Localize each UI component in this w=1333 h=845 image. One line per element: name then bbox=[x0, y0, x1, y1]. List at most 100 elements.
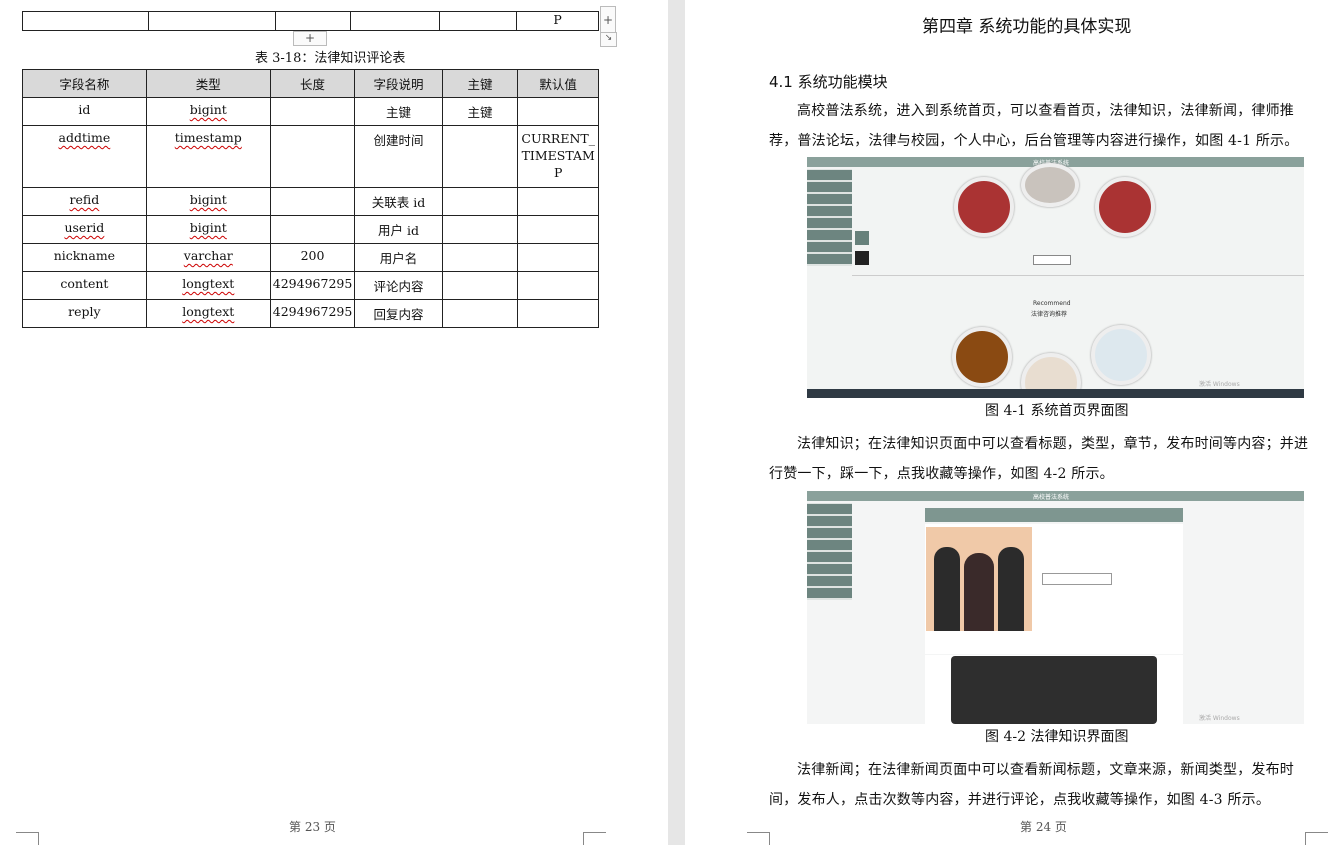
table-cell: id bbox=[22, 97, 147, 126]
figure-caption-4-2: 图 4-2 法律知识界面图 bbox=[985, 729, 1129, 745]
cell-text: 4294967295 bbox=[272, 276, 353, 291]
cell-text: reply bbox=[68, 304, 101, 319]
table-cell bbox=[517, 97, 599, 126]
table-cell: 用户名 bbox=[354, 243, 443, 272]
table-row: id bigint 主键 主键 bbox=[22, 97, 599, 126]
page-number: 第 24 页 bbox=[1020, 820, 1067, 834]
table-cell bbox=[517, 215, 599, 244]
table-cell: longtext bbox=[145, 271, 271, 300]
table-cell: content bbox=[22, 271, 147, 300]
table-cell: bigint bbox=[145, 187, 271, 216]
table-cell: refid bbox=[22, 187, 147, 216]
previous-table-cell: P bbox=[516, 11, 599, 31]
table-cell: nickname bbox=[22, 243, 147, 272]
document-page-23: P + + ↘ 表 3-18：法律知识评论表 字段名称 类型 长度 字段说明 主… bbox=[0, 0, 668, 845]
table-row: reply longtext 4294967295 回复内容 bbox=[22, 299, 599, 328]
fig1-taskbar bbox=[807, 389, 1304, 398]
table-cell: 创建时间 bbox=[354, 125, 443, 188]
cell-text: userid bbox=[64, 220, 105, 235]
fig1-recommend-label: Recommend bbox=[1033, 300, 1071, 307]
cell-text: 用户 id bbox=[377, 223, 419, 238]
fig1-recommend-image bbox=[952, 327, 1012, 387]
law-knowledge-comment-table: 字段名称 类型 长度 字段说明 主键 默认值 id bigint 主键 主键 addti… bbox=[22, 69, 599, 328]
cell-text: content bbox=[60, 276, 109, 291]
table-cell: timestamp bbox=[145, 125, 271, 188]
figure-homepage-screenshot: 高校普法系统 Recommend 法律咨询推荐 激活 Windows bbox=[807, 157, 1304, 398]
table-row: nickname varchar 200 用户名 bbox=[22, 243, 599, 272]
fig1-side-nav bbox=[807, 169, 852, 266]
table-cell bbox=[517, 271, 599, 300]
table-row: content longtext 4294967295 评论内容 bbox=[22, 271, 599, 300]
page-number: 第 23 页 bbox=[289, 820, 336, 834]
cell-text: bigint bbox=[189, 192, 227, 207]
table-cell: 主键 bbox=[354, 97, 443, 126]
table-cell bbox=[269, 187, 356, 216]
table-header-row: 字段名称 类型 长度 字段说明 主键 默认值 bbox=[22, 69, 599, 98]
cell-text: CURRENT_TIMESTAMP bbox=[521, 131, 595, 180]
fig1-carousel-image bbox=[1021, 163, 1079, 207]
cell-text: addtime bbox=[58, 130, 111, 145]
table-row: refid bigint 关联表 id bbox=[22, 187, 599, 216]
resize-handle-icon[interactable]: ↘ bbox=[600, 32, 617, 47]
table-cell: CURRENT_TIMESTAMP bbox=[517, 125, 599, 188]
page-corner-mark bbox=[1305, 832, 1328, 845]
table-cell: 主键 bbox=[441, 97, 519, 126]
table-caption: 表 3-18：法律知识评论表 bbox=[255, 51, 406, 66]
table-cell: 关联表 id bbox=[354, 187, 443, 216]
cell-text: 200 bbox=[300, 248, 325, 263]
table-cell: longtext bbox=[145, 299, 271, 328]
page-corner-mark bbox=[583, 832, 606, 845]
figure-caption-4-1: 图 4-1 系统首页界面图 bbox=[985, 403, 1129, 419]
table-cell bbox=[441, 271, 519, 300]
header-primary-key: 主键 bbox=[441, 69, 519, 98]
add-column-button[interactable]: + bbox=[600, 6, 616, 34]
cell-text: 创建时间 bbox=[373, 133, 424, 148]
table-cell: userid bbox=[22, 215, 147, 244]
table-row: addtime timestamp 创建时间 CURRENT_TIMESTAMP bbox=[22, 125, 599, 188]
fig1-more-button bbox=[1033, 255, 1071, 265]
table-cell bbox=[441, 299, 519, 328]
page-corner-mark bbox=[747, 832, 770, 845]
page-corner-mark bbox=[16, 832, 39, 845]
header-length: 长度 bbox=[269, 69, 356, 98]
table-cell bbox=[517, 243, 599, 272]
fig2-title-bar bbox=[925, 508, 1183, 522]
section-title: 4.1 系统功能模块 bbox=[769, 73, 888, 91]
fig2-header-bar: 高校普法系统 bbox=[807, 491, 1304, 501]
cell-text: refid bbox=[69, 192, 100, 207]
table-cell: bigint bbox=[145, 215, 271, 244]
cell-text: 关联表 id bbox=[371, 195, 426, 210]
table-cell: 200 bbox=[269, 243, 356, 272]
table-cell bbox=[517, 299, 599, 328]
table-cell: 4294967295 bbox=[269, 271, 356, 300]
cell-text: id bbox=[78, 102, 91, 117]
add-row-button[interactable]: + bbox=[293, 31, 327, 46]
fig1-recommend-cn-label: 法律咨询推荐 bbox=[1031, 311, 1068, 318]
cell-text: 评论内容 bbox=[373, 279, 424, 294]
fig1-carousel-image bbox=[1095, 177, 1155, 237]
header-default: 默认值 bbox=[517, 69, 599, 98]
table-cell bbox=[441, 243, 519, 272]
previous-table-tail: P bbox=[21, 11, 599, 31]
table-cell: addtime bbox=[22, 125, 147, 188]
fig2-header-title: 高校普法系统 bbox=[1033, 494, 1070, 501]
cell-text: bigint bbox=[189, 102, 227, 117]
fig2-watermark: 激活 Windows bbox=[1199, 715, 1240, 722]
fig1-float-icon bbox=[855, 231, 869, 245]
fig2-video-area bbox=[951, 656, 1157, 724]
cell-text: timestamp bbox=[174, 130, 242, 145]
cell-text: bigint bbox=[189, 220, 227, 235]
paragraph-intro: 高校普法系统，进入到系统首页，可以查看首页，法律知识，法律新闻，律师推荐，普法论… bbox=[769, 103, 1299, 149]
paragraph-law-news: 法律新闻；在法律新闻页面中可以查看新闻标题，文章来源，新闻类型，发布时间，发布人… bbox=[769, 762, 1294, 808]
table-cell bbox=[269, 125, 356, 188]
header-type: 类型 bbox=[145, 69, 271, 98]
table-cell: bigint bbox=[145, 97, 271, 126]
header-field-name: 字段名称 bbox=[22, 69, 147, 98]
table-cell bbox=[517, 187, 599, 216]
cell-text: 4294967295 bbox=[272, 304, 353, 319]
cell-text: varchar bbox=[183, 248, 233, 263]
table-cell bbox=[441, 187, 519, 216]
table-cell: 评论内容 bbox=[354, 271, 443, 300]
header-description: 字段说明 bbox=[354, 69, 443, 98]
table-row: userid bigint 用户 id bbox=[22, 215, 599, 244]
